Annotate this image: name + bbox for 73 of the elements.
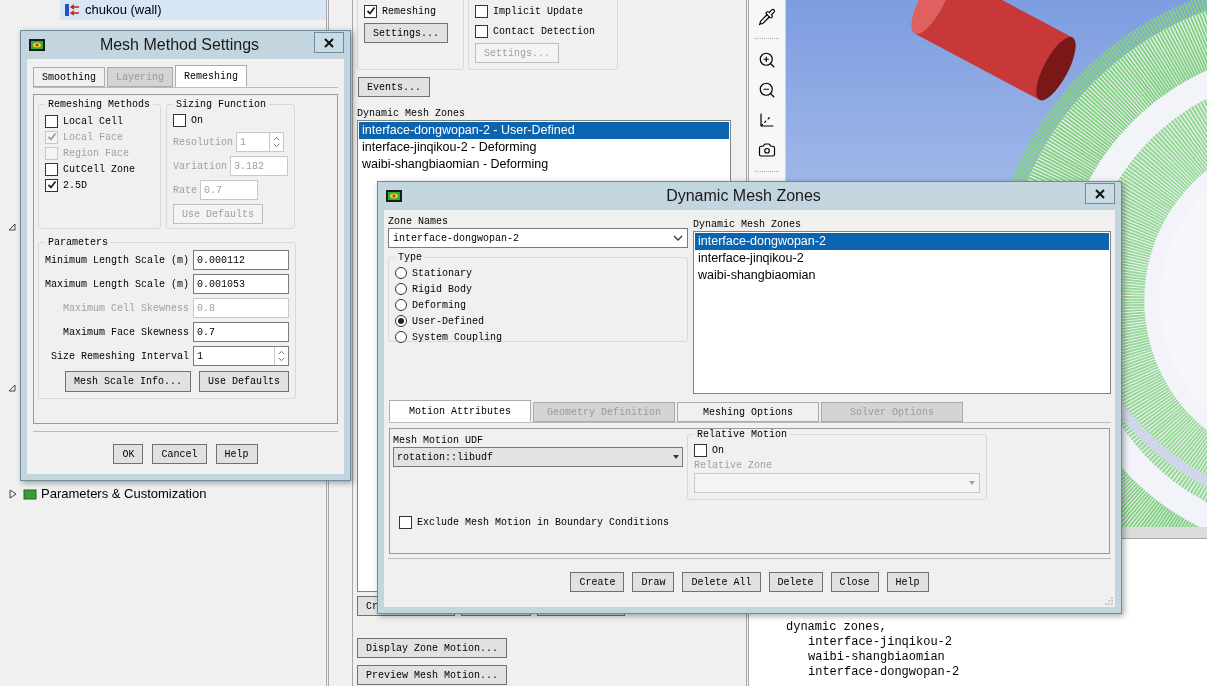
list-item[interactable]: waibi-shangbiaomian: [695, 267, 1109, 284]
spinner-field[interactable]: 1: [193, 346, 290, 366]
button[interactable]: Help: [215, 444, 258, 464]
radio-label: System Coupling: [412, 330, 502, 345]
checkbox-label: Region Face: [63, 146, 129, 161]
window-title: Dynamic Mesh Zones: [665, 186, 822, 206]
checkbox-label: CutCell Zone: [63, 162, 135, 177]
button[interactable]: Preview Mesh Motion...: [357, 665, 508, 685]
list-item[interactable]: interface-jinqikou-2: [695, 250, 1109, 267]
button[interactable]: Cancel: [152, 444, 207, 464]
field-label: Maximum Face Skewness: [62, 325, 190, 340]
radio-label: Rigid Body: [412, 282, 472, 297]
list-item[interactable]: waibi-shangbiaomian - Deforming: [359, 156, 729, 173]
button[interactable]: Close: [830, 572, 879, 592]
group-title: Relative Motion: [696, 428, 788, 442]
field-label: Variation: [173, 159, 227, 174]
field-label: Maximum Cell Skewness: [62, 301, 190, 316]
group-title: Parameters: [47, 236, 109, 250]
list-item[interactable]: interface-dongwopan-2 - User-Defined: [359, 122, 729, 139]
button[interactable]: Display Zone Motion...: [357, 638, 508, 658]
checkbox-label: 2.5D: [63, 178, 87, 193]
tab[interactable]: Meshing Options: [677, 402, 819, 422]
checkbox-label: On: [191, 113, 203, 128]
checkbox-label: Local Cell: [63, 114, 123, 129]
field-label: Zone Names: [388, 215, 449, 228]
udf-dropdown[interactable]: rotation::libudf: [393, 447, 683, 467]
checkbox-label: On: [712, 443, 724, 458]
checkbox-label: Implicit Update: [493, 4, 583, 19]
list-item[interactable]: interface-jinqikou-2 - Deforming: [359, 139, 729, 156]
radio-label: Deforming: [412, 298, 466, 313]
radio-label: User-Defined: [412, 314, 484, 329]
window-title: Mesh Method Settings: [98, 35, 261, 55]
button[interactable]: Settings...: [364, 23, 448, 43]
console-line: dynamic zones,: [786, 620, 888, 635]
button[interactable]: Use Defaults: [199, 371, 290, 392]
button[interactable]: OK: [113, 444, 144, 464]
field-label: Size Remeshing Interval: [50, 349, 190, 364]
radio-label: Stationary: [412, 266, 472, 281]
checkbox-label: Remeshing: [382, 4, 436, 19]
text-field[interactable]: 0.001053: [193, 274, 290, 294]
tree-item[interactable]: Parameters & Customization: [21, 484, 209, 504]
list-label: Dynamic Mesh Zones: [357, 107, 467, 120]
field-label: Mesh Motion UDF: [393, 434, 484, 447]
list-item[interactable]: interface-dongwopan-2: [695, 233, 1109, 250]
list-label: Dynamic Mesh Zones: [693, 218, 803, 231]
tab[interactable]: Motion Attributes: [389, 400, 531, 422]
tree-item[interactable]: chukou (wall): [60, 0, 326, 20]
button[interactable]: Delete: [768, 572, 823, 592]
field-label: Minimum Length Scale (m): [45, 253, 190, 268]
field-label: Resolution: [173, 135, 233, 150]
console-line: interface-jinqikou-2: [807, 635, 954, 650]
zone-dropdown[interactable]: interface-dongwopan-2: [388, 228, 688, 248]
button[interactable]: Events...: [358, 77, 430, 97]
field-label: Rate: [173, 183, 197, 198]
tab[interactable]: Smoothing: [33, 67, 105, 87]
checkbox-label: Exclude Mesh Motion in Boundary Conditions: [417, 515, 670, 530]
button[interactable]: Help: [886, 572, 929, 592]
checkbox-label: Contact Detection: [493, 24, 596, 39]
tab[interactable]: Remeshing: [175, 65, 248, 87]
group-title: Type: [397, 251, 423, 265]
console-line: waibi-shangbiaomian: [807, 650, 946, 665]
text-field[interactable]: 0.7: [193, 322, 290, 342]
field-label: Relative Zone: [694, 459, 773, 473]
checkbox-label: Local Face: [63, 130, 123, 145]
button[interactable]: Delete All: [682, 572, 761, 592]
button[interactable]: Create: [570, 572, 625, 592]
group-title: Remeshing Methods: [47, 98, 152, 112]
group-title: Sizing Function: [175, 98, 267, 112]
button[interactable]: Mesh Scale Info...: [65, 371, 191, 392]
field-label: Maximum Length Scale (m): [45, 277, 190, 292]
button[interactable]: Draw: [632, 572, 675, 592]
text-field[interactable]: 0.000112: [193, 250, 290, 270]
console-line: interface-dongwopan-2: [807, 665, 961, 680]
